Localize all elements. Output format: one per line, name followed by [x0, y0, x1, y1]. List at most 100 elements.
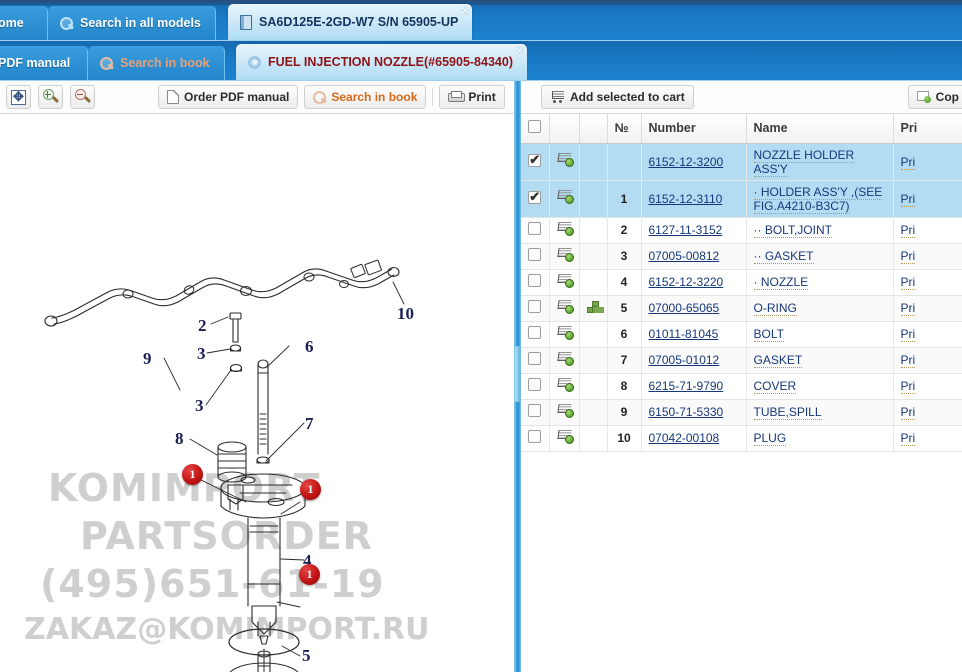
- order-pdf-manual-button[interactable]: Order PDF manual: [158, 85, 299, 109]
- part-number-link[interactable]: 6215-71-9790: [649, 379, 724, 393]
- row-checkbox[interactable]: [528, 152, 542, 168]
- row-number-cell[interactable]: 6152-12-3200: [641, 143, 747, 181]
- part-name-text[interactable]: · NOZZLE: [753, 275, 809, 290]
- row-price-cell[interactable]: Pri: [893, 321, 962, 348]
- row-price-cell[interactable]: Pri: [893, 243, 962, 270]
- add-to-cart-icon[interactable]: [557, 274, 574, 288]
- parts-table-scroll[interactable]: № Number Name Pri 6152-12-3200 NOZZLE HOL…: [521, 114, 962, 672]
- row-cart-cell[interactable]: [549, 425, 580, 452]
- table-row[interactable]: 7 07005-01012 GASKET Pri: [521, 347, 962, 374]
- add-to-cart-icon[interactable]: [557, 222, 574, 236]
- part-name-text[interactable]: COVER: [753, 379, 797, 394]
- row-cart-cell[interactable]: [549, 143, 580, 181]
- row-checkbox[interactable]: [528, 274, 542, 287]
- part-price-text[interactable]: Pri: [900, 353, 916, 368]
- part-price-text[interactable]: Pri: [900, 431, 916, 446]
- row-number-cell[interactable]: 07005-00812: [641, 243, 747, 270]
- table-row[interactable]: 3 07005-00812 ·· GASKET Pri: [521, 243, 962, 270]
- row-select-cell[interactable]: [521, 425, 550, 452]
- part-number-link[interactable]: 07005-00812: [649, 249, 720, 263]
- row-checkbox[interactable]: [528, 222, 542, 235]
- row-price-cell[interactable]: Pri: [893, 180, 962, 218]
- row-cart-cell[interactable]: [549, 347, 580, 374]
- pane-splitter[interactable]: [514, 81, 521, 672]
- row-price-cell[interactable]: Pri: [893, 347, 962, 374]
- tab-fuel-injection-nozzle[interactable]: FUEL INJECTION NOZZLE(#65905-84340) ×: [236, 44, 527, 80]
- row-checkbox[interactable]: [528, 189, 542, 205]
- table-row[interactable]: 6 01011-81045 BOLT Pri: [521, 321, 962, 348]
- header-part-number[interactable]: Number: [641, 114, 747, 144]
- row-cart-cell[interactable]: [549, 217, 580, 244]
- table-row[interactable]: 2 6127-11-3152 ·· BOLT,JOINT Pri: [521, 217, 962, 244]
- add-to-cart-icon[interactable]: [557, 326, 574, 340]
- row-select-cell[interactable]: [521, 399, 550, 426]
- row-cart-cell[interactable]: [549, 399, 580, 426]
- part-number-link[interactable]: 6150-71-5330: [649, 405, 724, 419]
- row-select-cell[interactable]: [521, 243, 550, 270]
- callout-badge-1c[interactable]: 1: [299, 564, 320, 585]
- add-to-cart-icon[interactable]: [557, 248, 574, 262]
- search-in-book-button[interactable]: Search in book: [304, 85, 427, 109]
- row-select-cell[interactable]: [521, 217, 550, 244]
- row-price-cell[interactable]: Pri: [893, 269, 962, 296]
- table-row[interactable]: 5 07000-65065 O-RING Pri: [521, 295, 962, 322]
- row-number-cell[interactable]: 6152-12-3110: [641, 180, 747, 218]
- row-price-cell[interactable]: Pri: [893, 143, 962, 181]
- part-price-text[interactable]: Pri: [900, 223, 916, 238]
- part-number-link[interactable]: 01011-81045: [649, 327, 719, 341]
- header-select-all[interactable]: [521, 114, 550, 144]
- row-name-cell[interactable]: · HOLDER ASS'Y ,(SEE FIG.A4210-B3C7): [746, 180, 894, 218]
- table-row[interactable]: 1 6152-12-3110 · HOLDER ASS'Y ,(SEE FIG.A4…: [521, 180, 962, 218]
- zoom-out-button[interactable]: [70, 85, 95, 109]
- part-price-text[interactable]: Pri: [900, 327, 916, 342]
- row-number-cell[interactable]: 6152-12-3220: [641, 269, 747, 296]
- parts-diagram[interactable]: KOMIMPORT PARTSORDER (495)651-61-19 ZAKA…: [0, 114, 514, 672]
- part-price-text[interactable]: Pri: [900, 191, 916, 207]
- row-select-cell[interactable]: [521, 347, 550, 374]
- row-number-cell[interactable]: 6150-71-5330: [641, 399, 747, 426]
- row-name-cell[interactable]: O-RING: [746, 295, 894, 322]
- close-icon[interactable]: ×: [517, 46, 523, 57]
- row-number-cell[interactable]: 07042-00108: [641, 425, 747, 452]
- part-name-text[interactable]: · HOLDER ASS'Y ,(SEE FIG.A4210-B3C7): [753, 184, 883, 214]
- part-name-text[interactable]: TUBE,SPILL: [753, 405, 822, 420]
- part-name-text[interactable]: ·· GASKET: [753, 249, 814, 264]
- add-to-cart-icon[interactable]: [557, 153, 574, 167]
- row-price-cell[interactable]: Pri: [893, 295, 962, 322]
- callout-badge-1a[interactable]: 1: [182, 464, 203, 485]
- row-number-cell[interactable]: 6215-71-9790: [641, 373, 747, 400]
- row-name-cell[interactable]: COVER: [746, 373, 894, 400]
- row-name-cell[interactable]: ·· BOLT,JOINT: [746, 217, 894, 244]
- row-checkbox[interactable]: [528, 352, 542, 365]
- part-number-link[interactable]: 07000-65065: [649, 301, 720, 315]
- row-checkbox[interactable]: [528, 300, 542, 313]
- table-row[interactable]: 4 6152-12-3220 · NOZZLE Pri: [521, 269, 962, 296]
- row-price-cell[interactable]: Pri: [893, 399, 962, 426]
- hierarchy-icon[interactable]: [586, 300, 602, 313]
- part-price-text[interactable]: Pri: [900, 301, 916, 316]
- row-name-cell[interactable]: TUBE,SPILL: [746, 399, 894, 426]
- row-cart-cell[interactable]: [549, 180, 580, 218]
- row-name-cell[interactable]: NOZZLE HOLDER ASS'Y: [746, 143, 894, 181]
- row-select-cell[interactable]: [521, 269, 550, 296]
- tab-home[interactable]: ome: [0, 6, 48, 40]
- add-to-cart-icon[interactable]: [557, 352, 574, 366]
- part-price-text[interactable]: Pri: [900, 249, 916, 264]
- row-name-cell[interactable]: PLUG: [746, 425, 894, 452]
- select-all-checkbox[interactable]: [528, 120, 541, 134]
- row-cart-cell[interactable]: [549, 243, 580, 270]
- row-checkbox[interactable]: [528, 430, 542, 443]
- tab-search-in-book[interactable]: Search in book: [88, 46, 225, 80]
- row-price-cell[interactable]: Pri: [893, 373, 962, 400]
- add-to-cart-icon[interactable]: [557, 190, 574, 204]
- add-selected-to-cart-button[interactable]: Add selected to cart: [541, 85, 694, 109]
- callout-badge-1b[interactable]: 1: [300, 479, 321, 500]
- row-cart-cell[interactable]: [549, 321, 580, 348]
- row-select-cell[interactable]: [521, 321, 550, 348]
- part-number-link[interactable]: 6152-12-3110: [649, 192, 723, 206]
- row-number-cell[interactable]: 6127-11-3152: [641, 217, 747, 244]
- part-price-text[interactable]: Pri: [900, 379, 916, 394]
- part-price-text[interactable]: Pri: [900, 154, 916, 170]
- row-cart-cell[interactable]: [549, 295, 580, 322]
- row-checkbox[interactable]: [528, 248, 542, 261]
